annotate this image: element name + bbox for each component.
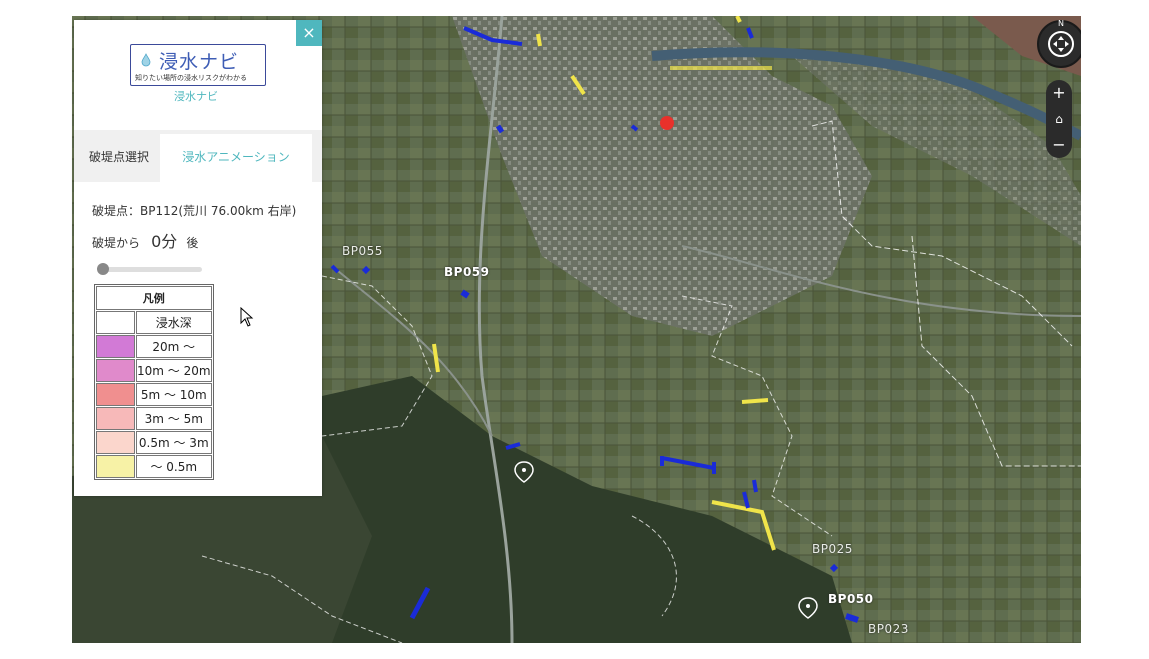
time-slider-handle[interactable] bbox=[97, 263, 109, 275]
pan-icon[interactable] bbox=[1048, 31, 1074, 57]
legend-swatch-empty bbox=[96, 311, 135, 334]
time-slider-track[interactable] bbox=[98, 267, 202, 272]
tab-breach-point-select[interactable]: 破堤点選択 bbox=[80, 134, 158, 180]
water-drop-icon bbox=[141, 53, 151, 67]
legend-label: ～ 0.5m bbox=[136, 455, 212, 478]
legend-label: 3m ～ 5m bbox=[136, 407, 212, 430]
tab-flood-animation[interactable]: 浸水アニメーション bbox=[160, 134, 312, 182]
bp023-label[interactable]: BP023 bbox=[868, 622, 909, 636]
legend-swatch bbox=[96, 335, 135, 358]
home-button[interactable]: ⌂ bbox=[1046, 108, 1072, 130]
legend-swatch bbox=[96, 407, 135, 430]
legend-label: 0.5m ～ 3m bbox=[136, 431, 212, 454]
bp055-label[interactable]: BP055 bbox=[342, 244, 383, 258]
bp050-label[interactable]: BP050 bbox=[828, 592, 874, 606]
mouse-cursor-icon bbox=[240, 307, 254, 327]
logo-subtitle: 知りたい場所の浸水リスクがわかる bbox=[135, 74, 247, 82]
legend-label: 10m ～ 20m bbox=[136, 359, 212, 382]
time-prefix: 破堤から bbox=[92, 236, 141, 250]
close-button[interactable]: × bbox=[296, 20, 322, 46]
zoom-out-button[interactable]: − bbox=[1046, 134, 1072, 156]
side-panel: × 浸水ナビ 知りたい場所の浸水リスクがわかる 浸水ナビ 破堤点選択 浸水アニメ… bbox=[74, 20, 322, 496]
tab-bar: 破堤点選択 浸水アニメーション bbox=[74, 130, 322, 182]
legend-swatch bbox=[96, 383, 135, 406]
legend-swatch bbox=[96, 455, 135, 478]
legend-swatch bbox=[96, 431, 135, 454]
north-indicator: N bbox=[1058, 19, 1064, 28]
legend-label: 20m ～ bbox=[136, 335, 212, 358]
legend-header: 浸水深 bbox=[136, 311, 212, 334]
legend-label: 5m ～ 10m bbox=[136, 383, 212, 406]
logo-title: 浸水ナビ bbox=[159, 51, 240, 73]
time-suffix: 後 bbox=[186, 236, 199, 250]
zoom-controls: + ⌂ − bbox=[1046, 80, 1072, 158]
bp025-label[interactable]: BP025 bbox=[812, 542, 853, 556]
app-logo: 浸水ナビ 知りたい場所の浸水リスクがわかる bbox=[130, 44, 266, 86]
legend-table: 凡例 浸水深 20m ～ 10m ～ 20m 5m ～ 10m 3m ～ 5m … bbox=[94, 284, 214, 480]
zoom-in-button[interactable]: + bbox=[1046, 82, 1072, 104]
breach-point-info: 破堤点：BP112(荒川 76.00km 右岸) bbox=[92, 204, 297, 218]
compass-control[interactable]: N bbox=[1037, 19, 1081, 68]
breach-point-marker bbox=[660, 116, 674, 130]
legend-title: 凡例 bbox=[96, 286, 212, 310]
legend-swatch bbox=[96, 359, 135, 382]
time-value: 0分 bbox=[151, 232, 178, 251]
bp059-label[interactable]: BP059 bbox=[444, 265, 490, 279]
elapsed-time: 破堤から 0分 後 bbox=[92, 228, 198, 252]
app-caption: 浸水ナビ bbox=[174, 90, 218, 103]
